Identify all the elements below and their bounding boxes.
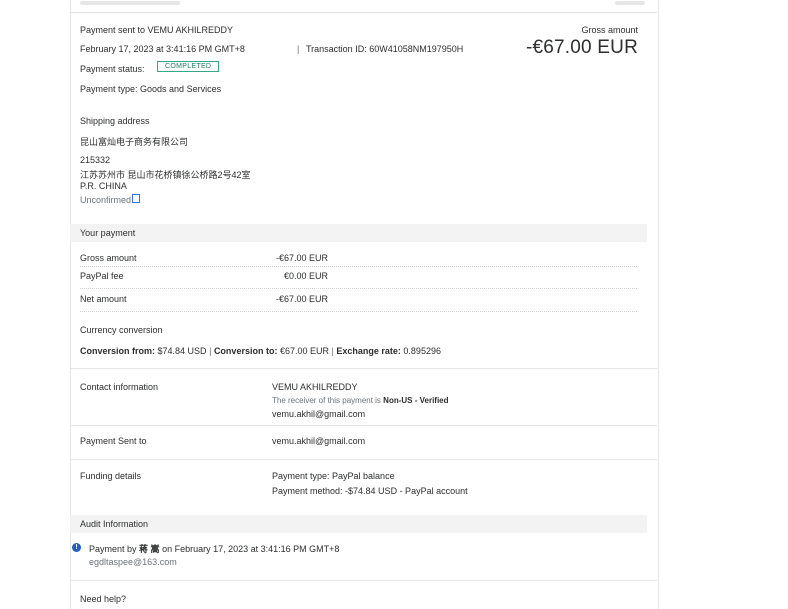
paypal-fee-value: €0.00 EUR [284, 271, 329, 281]
section-divider [70, 425, 657, 426]
transaction-date: February 17, 2023 at 3:41:16 PM GMT+8 [80, 44, 245, 54]
conversion-to-label: Conversion to: [213, 346, 278, 356]
transaction-id: Transaction ID: 60W41058NM197950H [306, 44, 464, 54]
funding-details-label: Funding details [80, 471, 142, 481]
section-divider [70, 459, 657, 460]
shipping-status: Unconfirmed [80, 194, 141, 205]
funding-method: Payment method: -$74.84 USD - PayPal acc… [272, 486, 468, 496]
audit-information-header: Audit Information [70, 515, 647, 533]
payment-sent-to-label: Payment Sent to [80, 436, 147, 446]
payment-status-label: Payment status: [80, 64, 145, 74]
section-divider [70, 368, 657, 369]
audit-suffix: on February 17, 2023 at 3:41:16 PM GMT+8 [162, 544, 340, 554]
your-payment-header: Your payment [70, 224, 647, 242]
gross-amount-value: -€67.00 EUR [525, 37, 638, 58]
header-separator: | [297, 44, 300, 54]
audit-name: 蒋 嵩 [139, 544, 160, 554]
gross-amount-label: Gross amount [581, 25, 638, 35]
audit-entry: Payment by 蒋 嵩 on February 17, 2023 at 3… [89, 542, 339, 555]
audit-prefix: Payment by [89, 544, 137, 554]
conversion-separator: | [209, 346, 212, 356]
info-icon: ! [72, 543, 81, 552]
shipping-postal-code: 215332 [80, 155, 111, 165]
net-amount-value: -€67.00 EUR [276, 294, 329, 304]
gross-amount-row-label: Gross amount [80, 253, 137, 263]
shipping-company: 昆山富灿电子商务有限公司 [80, 137, 189, 147]
receiver-note-text: The receiver of this payment is [272, 396, 381, 405]
exchange-rate-label: Exchange rate: [336, 346, 401, 356]
paypal-fee-label: PayPal fee [80, 271, 124, 281]
audit-information-heading: Audit Information [80, 519, 149, 529]
unconfirmed-marker-icon [132, 194, 141, 203]
section-divider [70, 580, 657, 581]
contact-information-label: Contact information [80, 382, 159, 392]
status-badge: COMPLETED [157, 61, 220, 72]
row-divider [80, 311, 637, 312]
shipping-status-text: Unconfirmed [80, 195, 132, 205]
gross-amount-row-value: -€67.00 EUR [276, 253, 329, 263]
payment-sent-to: Payment sent to VEMU AKHILREDDY [80, 25, 234, 35]
exchange-rate-value: 0.895296 [403, 346, 441, 356]
contact-name: VEMU AKHILREDDY [272, 382, 358, 392]
net-amount-label: Net amount [80, 294, 127, 304]
shipping-country: P.R. CHINA [80, 181, 127, 191]
receiver-note: The receiver of this payment is Non-US -… [272, 396, 449, 405]
contact-email[interactable]: vemu.akhil@gmail.com [272, 409, 365, 419]
need-help-label[interactable]: Need help? [80, 594, 126, 604]
conversion-from-label: Conversion from: [80, 346, 156, 356]
funding-type: Payment type: PayPal balance [272, 471, 395, 481]
shipping-address-label: Shipping address [80, 116, 150, 126]
row-divider [80, 266, 637, 267]
conversion-separator: | [331, 346, 334, 356]
cropped-top-element-right [615, 1, 645, 5]
payment-type: Payment type: Goods and Services [80, 84, 222, 94]
row-divider [80, 288, 637, 289]
receiver-status: Non-US - Verified [383, 396, 449, 405]
your-payment-heading: Your payment [80, 228, 136, 238]
conversion-from-value: $74.84 USD [157, 346, 207, 356]
payment-sent-to-email[interactable]: vemu.akhil@gmail.com [272, 436, 365, 446]
audit-email: egdltaspee@163.com [89, 557, 177, 567]
cropped-top-element [80, 1, 180, 5]
shipping-street: 江苏苏州市 昆山市花桥镇徐公桥路2号42室 [80, 170, 251, 180]
top-divider [70, 12, 657, 13]
conversion-line: Conversion from: $74.84 USD | Conversion… [80, 346, 441, 356]
currency-conversion-label: Currency conversion [80, 325, 163, 335]
conversion-to-value: €67.00 EUR [279, 346, 329, 356]
